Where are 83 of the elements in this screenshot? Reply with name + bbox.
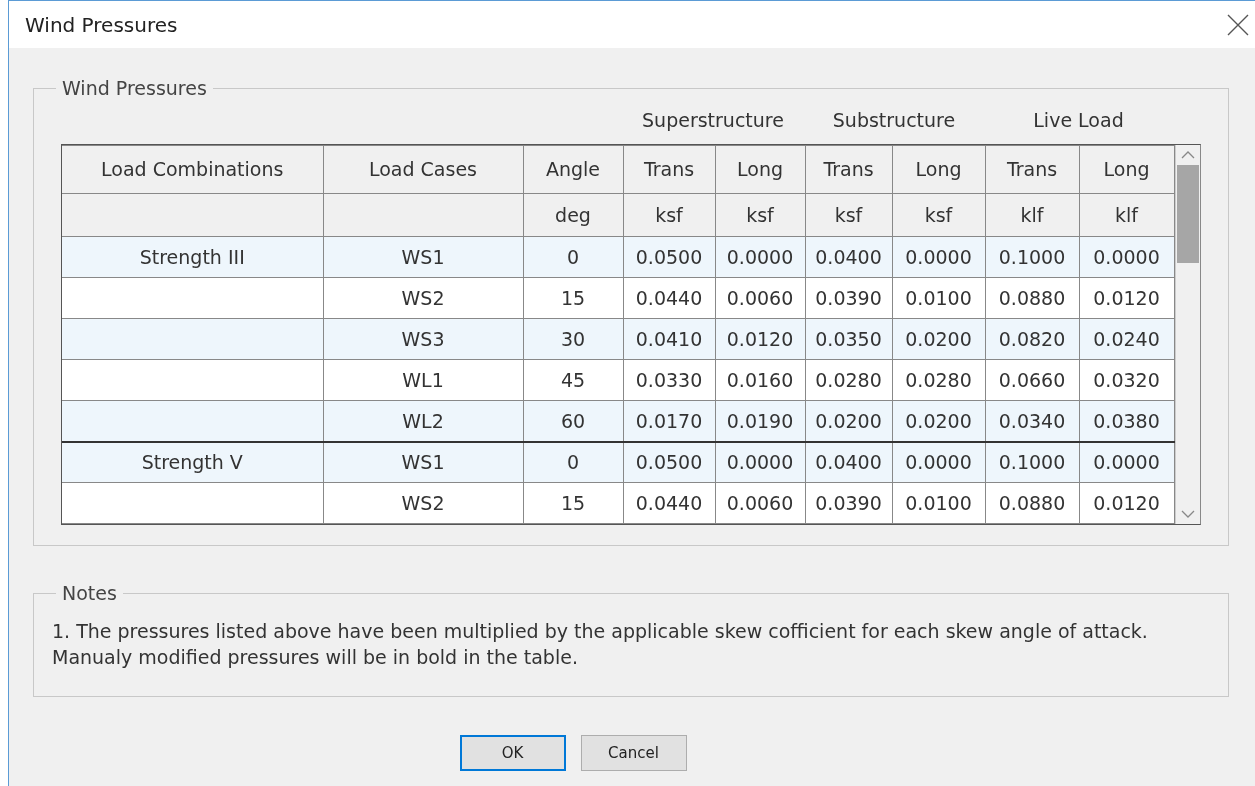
table-cell[interactable]: 0.0160: [715, 359, 805, 401]
dialog-button[interactable]: OK: [459, 735, 566, 771]
table-cell[interactable]: 0.0500: [623, 236, 715, 278]
column-group-header: Substructure: [831, 108, 957, 134]
column-header: Trans: [985, 145, 1079, 194]
table-cell[interactable]: 0.0120: [1079, 277, 1174, 319]
unit-header: ksf: [715, 193, 805, 237]
table-cell[interactable]: 0.0240: [1079, 318, 1174, 360]
table-cell[interactable]: 0.0390: [805, 277, 892, 319]
table-cell[interactable]: 0.0880: [985, 482, 1079, 524]
column-header: Trans: [623, 145, 715, 194]
column-header: Long: [892, 145, 985, 194]
table-cell[interactable]: 0.0440: [623, 482, 715, 524]
table-cell: WS2: [323, 482, 523, 524]
table-cell: 15: [523, 482, 623, 524]
unit-header: ksf: [623, 193, 715, 237]
table-cell[interactable]: 0.0120: [715, 318, 805, 360]
table-cell[interactable]: 0.0200: [892, 400, 985, 442]
table-cell[interactable]: 0.0000: [715, 441, 805, 483]
column-header: Load Combinations: [62, 145, 323, 194]
table-cell[interactable]: 0.0350: [805, 318, 892, 360]
column-header: Long: [1079, 145, 1174, 194]
notes-text: 1. The pressures listed above have been multiplied by the applicable skew cofficient for each skew angle of attack. Manualy modified pressures will be in bold in the table.: [51, 619, 1149, 670]
table-cell: 15: [523, 277, 623, 319]
table-cell[interactable]: 0.0100: [892, 277, 985, 319]
table-cell[interactable]: 0.0190: [715, 400, 805, 442]
table-cell[interactable]: 0.0000: [892, 236, 985, 278]
column-header: Angle: [523, 145, 623, 194]
table-cell[interactable]: 0.0120: [1079, 482, 1174, 524]
table-cell[interactable]: 0.0380: [1079, 400, 1174, 442]
table-cell[interactable]: 0.0880: [985, 277, 1079, 319]
table-cell: WS1: [323, 441, 523, 483]
table-cell: WS3: [323, 318, 523, 360]
table-cell[interactable]: 0.0660: [985, 359, 1079, 401]
table-cell: WS2: [323, 277, 523, 319]
table-cell[interactable]: 0.0500: [623, 441, 715, 483]
column-header: Long: [715, 145, 805, 194]
table-cell[interactable]: 0.0000: [1079, 236, 1174, 278]
table-cell: 30: [523, 318, 623, 360]
table-cell[interactable]: 0.0170: [623, 400, 715, 442]
unit-header: ksf: [892, 193, 985, 237]
table-cell: 60: [523, 400, 623, 442]
scrollbar[interactable]: [1174, 145, 1200, 524]
unit-header: deg: [523, 193, 623, 237]
table-cell[interactable]: 0.0410: [623, 318, 715, 360]
column-header: Load Cases: [323, 145, 523, 194]
table-cell[interactable]: 0.0000: [715, 236, 805, 278]
table-cell[interactable]: 0.0400: [805, 441, 892, 483]
table-cell[interactable]: 0.0820: [985, 318, 1079, 360]
unit-header: ksf: [805, 193, 892, 237]
table-cell[interactable]: 0.0280: [805, 359, 892, 401]
column-header: Trans: [805, 145, 892, 194]
table-cell[interactable]: 0.0200: [805, 400, 892, 442]
dialog-button[interactable]: Cancel: [580, 735, 687, 771]
table-cell[interactable]: 0.0200: [892, 318, 985, 360]
table-cell: 45: [523, 359, 623, 401]
unit-header: klf: [985, 193, 1079, 237]
column-group-header: Superstructure: [641, 108, 785, 134]
table-cell[interactable]: 0.0340: [985, 400, 1079, 442]
table-cell[interactable]: 0.0400: [805, 236, 892, 278]
table-cell: 0: [523, 441, 623, 483]
table-cell[interactable]: 0.0000: [892, 441, 985, 483]
table-cell[interactable]: 0.0320: [1079, 359, 1174, 401]
table-cell[interactable]: 0.0100: [892, 482, 985, 524]
table-cell: WL1: [323, 359, 523, 401]
table-cell[interactable]: 0.0000: [1079, 441, 1174, 483]
table-cell: WL2: [323, 400, 523, 442]
table-cell[interactable]: 0.0060: [715, 277, 805, 319]
table-cell[interactable]: 0.0440: [623, 277, 715, 319]
column-group-header: Live Load: [1032, 108, 1125, 134]
table-cell[interactable]: 0.0280: [892, 359, 985, 401]
table-cell[interactable]: 0.0330: [623, 359, 715, 401]
unit-header: klf: [1079, 193, 1174, 237]
window-title: Wind Pressures: [25, 11, 178, 39]
table-cell: WS1: [323, 236, 523, 278]
table-cell[interactable]: 0.1000: [985, 441, 1079, 483]
table-cell: 0: [523, 236, 623, 278]
table-cell: Strength V: [62, 441, 323, 483]
table-cell[interactable]: 0.1000: [985, 236, 1079, 278]
scrollbar-thumb[interactable]: [1176, 165, 1199, 263]
table-cell[interactable]: 0.0390: [805, 482, 892, 524]
table-cell: Strength III: [62, 236, 323, 278]
table-cell[interactable]: 0.0060: [715, 482, 805, 524]
